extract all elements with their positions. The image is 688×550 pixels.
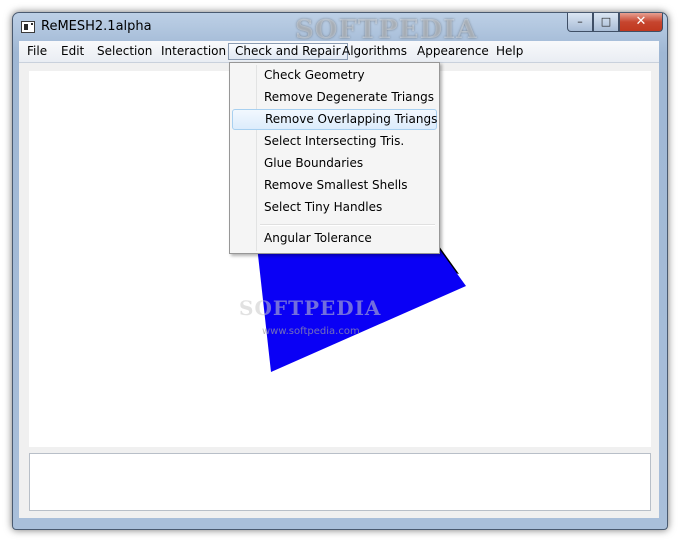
menu-file[interactable]: File [21, 43, 53, 60]
viewport-watermark: SOFTPEDIA [239, 296, 382, 320]
menu-remove-smallest-shells[interactable]: Remove Smallest Shells [232, 175, 437, 196]
menu-edit[interactable]: Edit [55, 43, 90, 60]
menu-remove-overlapping-triangs[interactable]: Remove Overlapping Triangs [232, 109, 437, 130]
menu-algorithms[interactable]: Algorithms [336, 43, 413, 60]
menu-separator [260, 224, 435, 226]
window-title: ReMESH2.1alpha [41, 19, 152, 34]
menu-selection[interactable]: Selection [91, 43, 158, 60]
menu-help[interactable]: Help [490, 43, 529, 60]
menu-bar: File Edit Selection Interaction Check an… [19, 41, 659, 63]
title-bar[interactable]: ReMESH2.1alpha SOFTPEDIA – □ ✕ [13, 13, 667, 45]
check-and-repair-dropdown: Check Geometry Remove Degenerate Triangs… [229, 62, 440, 254]
menu-appearence[interactable]: Appearence [411, 43, 495, 60]
maximize-icon: □ [600, 15, 612, 28]
menu-select-intersecting-tris[interactable]: Select Intersecting Tris. [232, 131, 437, 152]
caption-buttons: – □ ✕ [567, 13, 663, 33]
close-button[interactable]: ✕ [619, 13, 663, 32]
viewport-watermark-url: www.softpedia.com [262, 326, 360, 337]
maximize-button[interactable]: □ [593, 13, 619, 32]
menu-interaction[interactable]: Interaction [155, 43, 232, 60]
minimize-button[interactable]: – [567, 13, 593, 32]
output-console[interactable] [29, 453, 651, 511]
menu-select-tiny-handles[interactable]: Select Tiny Handles [232, 197, 437, 218]
app-icon[interactable] [21, 21, 35, 33]
close-icon: ✕ [635, 14, 647, 29]
menu-remove-degenerate-triangs[interactable]: Remove Degenerate Triangs [232, 87, 437, 108]
menu-glue-boundaries[interactable]: Glue Boundaries [232, 153, 437, 174]
menu-angular-tolerance[interactable]: Angular Tolerance [232, 228, 437, 249]
menu-check-geometry[interactable]: Check Geometry [232, 65, 437, 86]
minimize-icon: – [577, 15, 583, 28]
menu-check-and-repair[interactable]: Check and Repair [228, 43, 348, 60]
